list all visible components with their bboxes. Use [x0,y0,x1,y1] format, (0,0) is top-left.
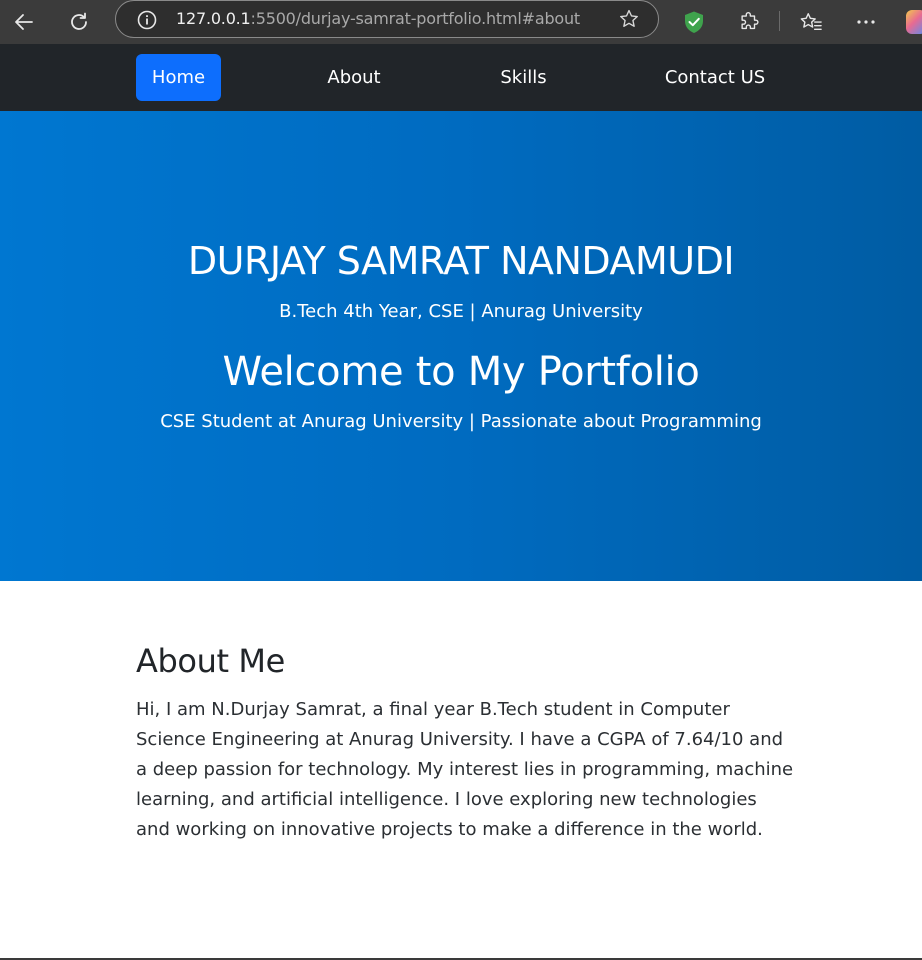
back-arrow-icon [15,14,33,30]
reload-icon [71,12,87,30]
favorites-icon [800,13,822,31]
shield-icon [685,11,703,33]
hero-welcome-heading: Welcome to My Portfolio [222,349,700,395]
site-navbar: Home About Skills Contact US [0,44,922,111]
toolbar-separator [779,11,780,31]
url-path: :5500/durjay-samrat-portfolio.html#about [250,9,581,28]
reload-button[interactable] [63,6,95,38]
star-icon[interactable] [618,8,640,30]
copilot-icon[interactable] [906,10,922,34]
hero-section: DURJAY SAMRAT NANDAMUDI B.Tech 4th Year,… [0,111,922,581]
shield-extension-button[interactable] [678,6,710,38]
nav-skills-link[interactable]: Skills [488,54,559,101]
more-options-button[interactable] [850,6,882,38]
back-button[interactable] [8,6,40,38]
hero-degree: B.Tech 4th Year, CSE | Anurag University [279,301,643,322]
url-text[interactable]: 127.0.0.1:5500/durjay-samrat-portfolio.h… [176,9,580,28]
info-icon[interactable] [136,9,158,31]
more-icon [857,20,875,24]
nav-about-link[interactable]: About [313,54,395,101]
extensions-button[interactable] [733,6,765,38]
nav-contact-link[interactable]: Contact US [652,54,778,101]
favorites-button[interactable] [795,6,827,38]
hero-name: DURJAY SAMRAT NANDAMUDI [187,239,735,283]
browser-toolbar: 127.0.0.1:5500/durjay-samrat-portfolio.h… [0,0,922,44]
about-title: About Me [136,642,285,680]
address-bar[interactable]: 127.0.0.1:5500/durjay-samrat-portfolio.h… [115,0,659,38]
nav-home-link[interactable]: Home [136,54,221,101]
extensions-icon [741,11,759,30]
url-host: 127.0.0.1 [176,9,251,28]
hero-tagline: CSE Student at Anurag University | Passi… [160,411,762,432]
about-text: Hi, I am N.Durjay Samrat, a final year B… [136,699,794,840]
